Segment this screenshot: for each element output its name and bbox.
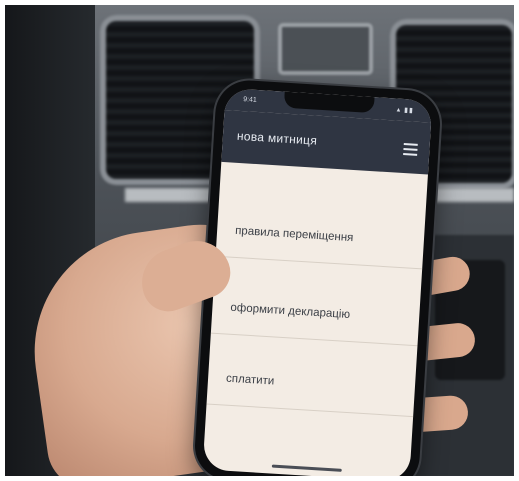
app-title: нова митниця <box>236 128 318 148</box>
menu-item-rules[interactable]: правила переміщення <box>215 161 428 270</box>
menu-item-pay[interactable]: сплатити <box>206 333 418 418</box>
menu-list: правила переміщення оформити декларацію … <box>203 161 428 476</box>
smartphone: 9:41 ▴ ▮▮ нова митниця правила переміщен… <box>193 78 442 476</box>
dashboard-display <box>278 23 373 75</box>
menu-item-label: правила переміщення <box>234 224 354 245</box>
menu-item-label: сплатити <box>225 372 275 388</box>
menu-item-declaration[interactable]: оформити декларацію <box>210 256 423 347</box>
status-time: 9:41 <box>242 96 257 104</box>
menu-item-label: оформити декларацію <box>230 301 351 322</box>
phone-screen: 9:41 ▴ ▮▮ нова митниця правила переміщен… <box>202 88 433 476</box>
photo-scene: 9:41 ▴ ▮▮ нова митниця правила переміщен… <box>5 5 514 476</box>
status-icons: ▴ ▮▮ <box>396 106 415 115</box>
hamburger-menu-icon[interactable] <box>403 143 418 156</box>
